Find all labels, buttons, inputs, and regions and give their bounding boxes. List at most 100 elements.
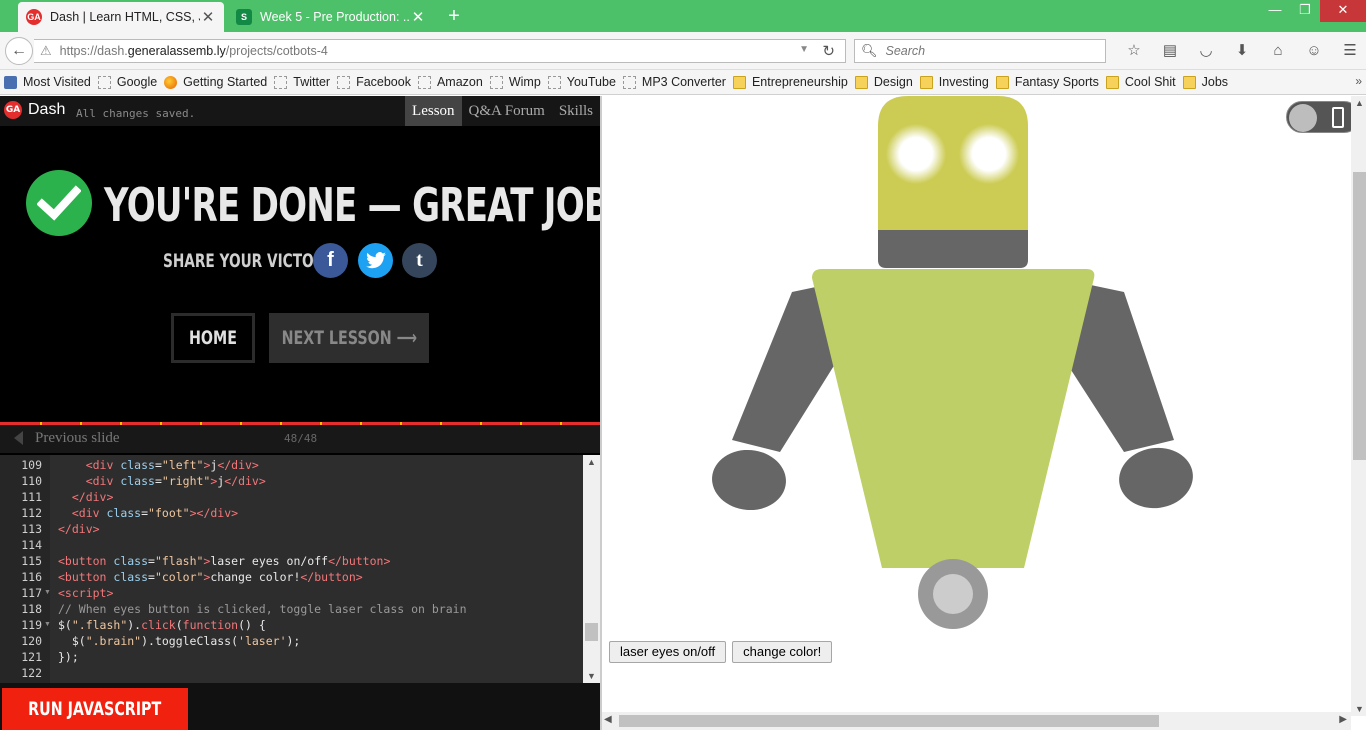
folder-icon [919, 75, 933, 89]
bookmark-item[interactable]: Facebook [337, 75, 411, 89]
code-line[interactable]: $(".flash").click(function() { [58, 617, 266, 633]
preview-vertical-scrollbar[interactable]: ▲ ▼ [1351, 96, 1366, 716]
restore-icon[interactable]: ❐ [1290, 0, 1320, 22]
scroll-left-icon[interactable]: ◀ [604, 714, 612, 725]
bookmark-item[interactable]: Wimp [489, 75, 541, 89]
code-line[interactable]: </div> [58, 521, 100, 537]
scroll-down-icon[interactable]: ▼ [1351, 704, 1366, 714]
tab-title: Week 5 - Pre Production: ... [260, 10, 410, 24]
bookmark-item[interactable]: Google [97, 75, 157, 89]
code-token: ). [127, 618, 142, 632]
scroll-thumb[interactable] [585, 623, 598, 641]
code-token: = [154, 474, 162, 488]
fold-arrow-icon[interactable]: ▼ [44, 585, 51, 601]
home-button-label: HOME [189, 327, 237, 349]
tab-skills[interactable]: Skills [552, 96, 600, 126]
home-button[interactable]: HOME [171, 313, 255, 363]
bookmark-item[interactable]: Most Visited [4, 75, 91, 89]
smiley-icon[interactable]: ☺ [1296, 40, 1332, 62]
search-input[interactable]: 🔍︎ Search [854, 39, 1106, 63]
tab-week5[interactable]: S Week 5 - Pre Production: ... ✕ [228, 2, 434, 32]
change-color-button[interactable]: change color! [732, 641, 833, 663]
minimize-icon[interactable]: — [1260, 0, 1290, 22]
fold-arrow-icon[interactable]: ▼ [44, 617, 51, 633]
folder-icon [1182, 75, 1196, 89]
laser-eyes-button[interactable]: laser eyes on/off [609, 641, 727, 663]
pocket-icon[interactable]: ◡ [1188, 40, 1224, 62]
reading-list-icon[interactable]: ▤ [1152, 40, 1188, 62]
twitter-icon[interactable] [358, 243, 393, 278]
scroll-thumb[interactable] [1353, 172, 1366, 460]
line-number: 120 [21, 634, 42, 648]
facebook-icon[interactable]: f [313, 243, 348, 278]
scroll-right-icon[interactable]: ▶ [1339, 714, 1347, 725]
next-lesson-button[interactable]: NEXT LESSON ⟶ [269, 313, 429, 363]
bookmark-item[interactable]: Entrepreneurship [732, 75, 848, 89]
code-line[interactable]: }); [58, 649, 79, 665]
bookmark-item[interactable]: Design [854, 75, 913, 89]
tab-lesson[interactable]: Lesson [405, 96, 462, 126]
previous-slide-link[interactable]: Previous slide [35, 430, 120, 447]
line-number: 122 [21, 666, 42, 680]
code-token: ></div> [189, 506, 239, 520]
ga-logo-icon[interactable]: GA [4, 101, 22, 119]
tumblr-icon[interactable]: t [402, 243, 437, 278]
scroll-down-icon[interactable]: ▼ [583, 671, 600, 681]
code-line[interactable]: $(".brain").toggleClass('laser'); [58, 633, 301, 649]
code-line[interactable]: <div class="foot"></div> [58, 505, 238, 521]
device-toggle[interactable] [1286, 101, 1360, 133]
page-icon [547, 75, 561, 89]
close-tab-icon[interactable]: ✕ [200, 8, 216, 26]
new-tab-icon[interactable]: + [444, 4, 464, 28]
previous-arrow-icon[interactable] [14, 431, 23, 445]
bookmark-label: Getting Started [183, 75, 268, 89]
code-line[interactable]: <div class="left">j</div> [58, 457, 259, 473]
navigation-toolbar: ← ⚠ https://dash. generalassemb.ly/projec… [0, 32, 1366, 70]
code-token: class [120, 474, 155, 488]
close-tab-icon[interactable]: ✕ [410, 8, 426, 26]
run-javascript-button[interactable]: RUN JAVASCRIPT [2, 688, 188, 730]
code-line[interactable]: // When eyes button is clicked, toggle l… [58, 601, 467, 617]
preview-horizontal-scrollbar[interactable]: ◀ ▶ [602, 712, 1351, 730]
toggle-knob[interactable] [1289, 104, 1317, 132]
tab-qa-forum[interactable]: Q&A Forum [462, 96, 552, 126]
editor-scrollbar[interactable]: ▲ ▼ [583, 455, 600, 683]
completion-title: YOU'RE DONE — GREAT JOB! [104, 178, 625, 232]
dash-title[interactable]: Dash [28, 101, 65, 119]
menu-icon[interactable]: ☰ [1332, 40, 1366, 62]
scroll-up-icon[interactable]: ▲ [583, 457, 600, 467]
bookmark-item[interactable]: YouTube [547, 75, 616, 89]
info-icon[interactable]: ⚠ [40, 43, 52, 59]
code-line[interactable]: <button class="color">change color!</but… [58, 569, 363, 585]
more-bookmarks-icon[interactable]: » [1355, 74, 1362, 88]
back-arrow-icon[interactable]: ← [5, 37, 33, 65]
url-bar[interactable]: ⚠ https://dash. generalassemb.ly/projects… [34, 39, 846, 63]
scroll-up-icon[interactable]: ▲ [1351, 98, 1366, 108]
bookmark-item[interactable]: Cool Shit [1105, 75, 1176, 89]
tab-dash[interactable]: GA Dash | Learn HTML, CSS, J... ✕ [18, 2, 224, 32]
bookmark-item[interactable]: Getting Started [164, 75, 267, 89]
line-number: 110 [21, 474, 42, 488]
code-line[interactable]: <script> [58, 585, 113, 601]
history-dropdown-icon[interactable]: ▼ [799, 44, 809, 55]
bookmark-item[interactable]: MP3 Converter [622, 75, 726, 89]
code-token: </div> [217, 458, 259, 472]
line-number: 115 [21, 554, 42, 568]
home-icon[interactable]: ⌂ [1260, 40, 1296, 62]
download-icon[interactable]: ⬇ [1224, 40, 1260, 62]
bookmark-item[interactable]: Amazon [417, 75, 483, 89]
close-window-icon[interactable]: ✕ [1320, 0, 1366, 22]
bookmark-label: Jobs [1201, 75, 1229, 89]
code-line[interactable]: <div class="right">j</div> [58, 473, 266, 489]
code-line[interactable]: <button class="flash">laser eyes on/off<… [58, 553, 390, 569]
code-editor[interactable]: 109 110 111 112 113 114 115 116 117 ▼ 118 119 ▼ 120 12… [0, 455, 600, 683]
bookmark-item[interactable]: Investing [919, 75, 989, 89]
scroll-thumb[interactable] [619, 715, 1159, 727]
bookmark-item[interactable]: Jobs [1182, 75, 1229, 89]
bookmark-item[interactable]: Twitter [274, 75, 330, 89]
code-token: </div> [224, 474, 266, 488]
bookmark-star-icon[interactable]: ☆ [1116, 40, 1152, 62]
code-line[interactable]: </div> [58, 489, 114, 505]
bookmark-item[interactable]: Fantasy Sports [995, 75, 1099, 89]
reload-icon[interactable]: ↻ [822, 42, 835, 60]
